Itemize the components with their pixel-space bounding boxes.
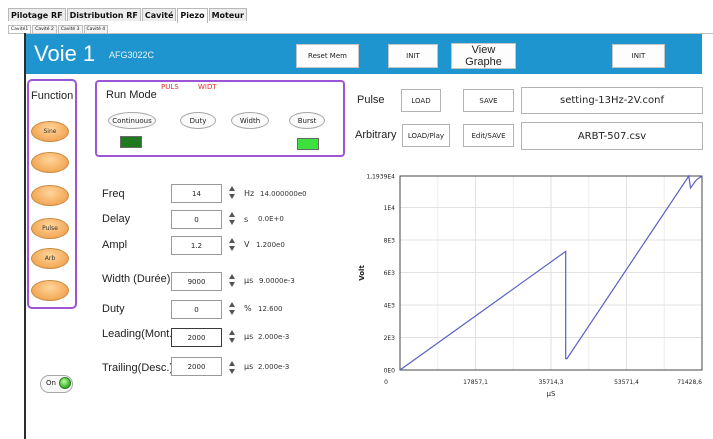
function-button-2[interactable] — [31, 152, 69, 173]
param-readback: 2.000e-3 — [258, 333, 290, 341]
param-readback: 1.200e0 — [256, 241, 285, 249]
x-tick-labels: 0 17857,1 35714,3 53571,4 71428,6 — [384, 379, 702, 386]
waveform-chart: 0E0 2E3 4E3 6E3 8E3 1E4 1,1939E4 0 17857,1 35714… — [358, 174, 703, 398]
app-window: Pilotage RF Distribution RF Cavité Piezo… — [0, 0, 713, 439]
x-tick-label: 35714,3 — [539, 379, 564, 386]
y-tick-label: 1,1939E4 — [366, 174, 395, 181]
freq-input[interactable]: 14 — [171, 184, 222, 203]
pulse-label: Pulse — [357, 94, 385, 106]
param-label: Ampl — [102, 239, 128, 251]
pulse-config-file-field[interactable]: setting-13Hz-2V.conf — [521, 87, 703, 114]
param-unit: s — [244, 215, 249, 224]
function-button-6[interactable] — [31, 280, 69, 301]
param-label: Width (Durée) — [102, 273, 171, 285]
tab-piezo[interactable]: Piezo — [177, 8, 208, 23]
width-mode-button[interactable]: Width — [231, 112, 269, 129]
function-arb-button[interactable]: Arb — [31, 248, 69, 269]
power-led-indicator — [59, 377, 71, 389]
widt-flag: WIDT — [198, 83, 217, 91]
param-readback: 14.000000e0 — [260, 190, 307, 198]
param-label: Duty — [102, 303, 125, 315]
param-unit: µs — [244, 276, 254, 285]
function-sine-button[interactable]: Sine — [31, 121, 69, 142]
arb-waveform-file-field[interactable]: ARBT-507.csv — [521, 122, 703, 150]
y-tick-label: 0E0 — [384, 368, 396, 375]
param-label: Freq — [102, 188, 125, 200]
param-unit: µs — [244, 362, 254, 371]
arb-load-play-button[interactable]: LOAD/Play — [402, 124, 450, 147]
freq-spinner[interactable] — [229, 186, 236, 200]
param-readback: 2.000e-3 — [258, 363, 290, 371]
arbitrary-label: Arbitrary — [355, 129, 397, 141]
y-tick-label: 6E3 — [384, 270, 396, 277]
tab-distribution-rf[interactable]: Distribution RF — [66, 8, 141, 21]
tab-pilotage-rf[interactable]: Pilotage RF — [8, 8, 66, 21]
param-unit: V — [244, 240, 250, 249]
param-unit: µs — [244, 332, 254, 341]
param-readback: 9.0000e-3 — [259, 277, 295, 285]
param-unit: Hz — [244, 189, 255, 198]
burst-led-indicator — [297, 138, 319, 150]
panel-left-border — [24, 33, 26, 439]
view-graph-button[interactable]: View Graphe — [451, 43, 516, 69]
trailing-spinner[interactable] — [229, 361, 236, 375]
leading-input[interactable]: 2000 — [171, 328, 222, 347]
device-model-label: AFG3022C — [109, 50, 155, 60]
y-tick-labels: 0E0 2E3 4E3 6E3 8E3 1E4 1,1939E4 — [366, 174, 395, 375]
param-readback: 0.0E+0 — [258, 215, 284, 223]
x-axis-label: µS — [547, 390, 556, 398]
chart-grid — [399, 175, 703, 371]
leading-spinner[interactable] — [229, 330, 236, 344]
init-button-right[interactable]: INIT — [612, 44, 665, 68]
x-tick-label: 0 — [384, 379, 388, 386]
y-tick-label: 1E4 — [384, 205, 396, 212]
function-button-3[interactable] — [31, 185, 69, 206]
main-tab-bar: Pilotage RF Distribution RF Cavité Piezo… — [8, 8, 248, 24]
duty-input[interactable]: 0 — [171, 300, 222, 319]
y-axis-label: Volt — [358, 265, 366, 281]
y-tick-label: 2E3 — [384, 335, 396, 342]
arb-edit-save-button[interactable]: Edit/SAVE — [463, 124, 514, 147]
pulse-save-button[interactable]: SAVE — [463, 89, 514, 112]
puls-flag: PULS — [161, 83, 179, 91]
delay-spinner[interactable] — [229, 212, 236, 226]
x-tick-label: 71428,6 — [677, 379, 702, 386]
x-tick-label: 17857,1 — [463, 379, 488, 386]
ampl-spinner[interactable] — [229, 238, 236, 252]
tab-moteur[interactable]: Moteur — [208, 8, 247, 21]
duty-mode-button[interactable]: Duty — [180, 112, 216, 129]
power-label: On — [46, 379, 56, 387]
width-spinner[interactable] — [229, 274, 236, 288]
channel-title: Voie 1 — [34, 41, 96, 66]
pulse-load-button[interactable]: LOAD — [401, 89, 441, 112]
param-readback: 12.600 — [258, 305, 283, 313]
continuous-led-indicator — [120, 136, 142, 148]
x-tick-label: 53571,4 — [614, 379, 639, 386]
y-tick-label: 8E3 — [384, 238, 396, 245]
param-label: Delay — [102, 213, 131, 225]
ampl-input[interactable]: 1.2 — [171, 236, 222, 255]
duty-spinner[interactable] — [229, 302, 236, 316]
run-mode-title: Run Mode — [106, 89, 157, 101]
burst-mode-button[interactable]: Burst — [289, 112, 325, 129]
function-title: Function — [31, 90, 74, 102]
tab-cavite[interactable]: Cavité — [141, 8, 177, 21]
init-button-left[interactable]: INIT — [388, 44, 438, 68]
param-label: Leading(Mont.) — [102, 328, 176, 340]
reset-mem-button[interactable]: Reset Mem — [296, 44, 359, 68]
trailing-input[interactable]: 2000 — [171, 357, 222, 376]
param-label: Trailing(Desc.) — [102, 362, 174, 374]
function-pulse-button[interactable]: Pulse — [31, 218, 69, 239]
delay-input[interactable]: 0 — [171, 210, 222, 229]
continuous-mode-button[interactable]: Continuous — [108, 112, 156, 129]
param-unit: % — [244, 304, 252, 313]
y-tick-label: 4E3 — [384, 303, 396, 310]
width-input[interactable]: 9000 — [171, 272, 222, 291]
